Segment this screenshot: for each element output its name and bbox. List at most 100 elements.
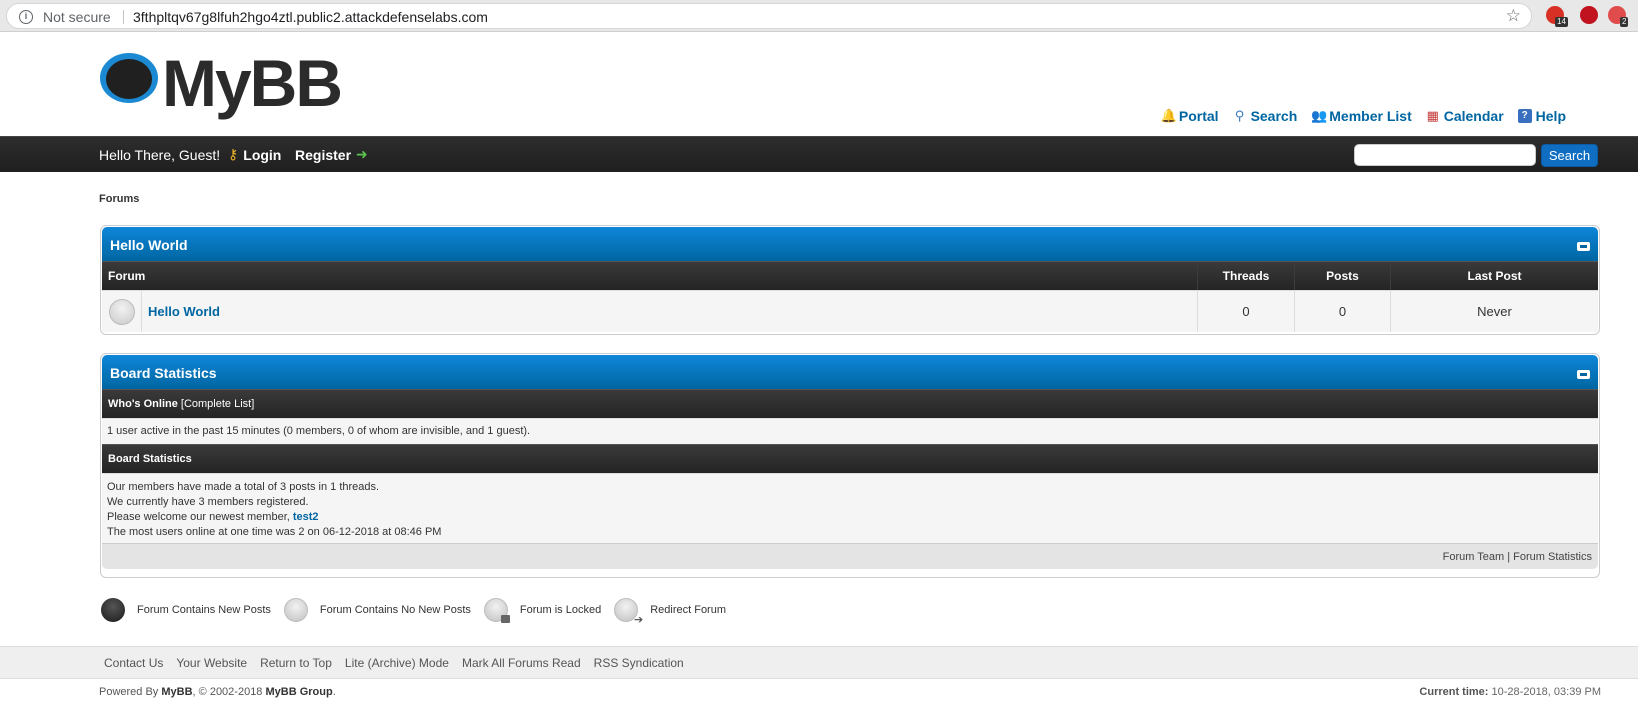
address-bar[interactable]: i Not secure 3fthpltqv67g8lfuh2hgo4ztl.p… bbox=[6, 3, 1532, 29]
newest-member-prefix: Please welcome our newest member, bbox=[107, 511, 290, 523]
board-stats-row: Our members have made a total of 3 posts… bbox=[102, 473, 1598, 543]
forum-locked-icon bbox=[483, 598, 510, 623]
extension-badge: 14 bbox=[1555, 17, 1568, 27]
key-icon: ⚷ bbox=[228, 146, 239, 162]
forum-category-table: Hello World Forum Threads Posts Last Pos… bbox=[100, 225, 1600, 335]
members-icon: 👥 bbox=[1311, 108, 1328, 123]
rss-syndication-link[interactable]: RSS Syndication bbox=[594, 656, 684, 670]
magnifier-icon: ⚲ bbox=[1234, 108, 1245, 123]
copyright-period: . bbox=[332, 686, 336, 698]
legend-new-posts: Forum Contains New Posts bbox=[101, 598, 271, 622]
contact-us-link[interactable]: Contact Us bbox=[104, 656, 163, 670]
column-posts: Posts bbox=[1295, 262, 1391, 290]
online-users-row: 1 user active in the past 15 minutes (0 … bbox=[102, 418, 1598, 444]
ublock-icon[interactable] bbox=[1580, 6, 1598, 24]
powered-by-label: Powered By bbox=[99, 686, 159, 698]
mark-all-read-link[interactable]: Mark All Forums Read bbox=[462, 656, 581, 670]
toplink-portal[interactable]: 🔔 Portal bbox=[1161, 108, 1219, 124]
bell-icon: 🔔 bbox=[1160, 108, 1178, 123]
forum-last-post: Never bbox=[1477, 304, 1512, 319]
footer-separator: | bbox=[1507, 551, 1511, 563]
collapse-icon[interactable] bbox=[1577, 370, 1590, 379]
info-icon[interactable]: i bbox=[19, 10, 33, 24]
footer-links-bar: Contact Us Your Website Return to Top Li… bbox=[0, 646, 1638, 679]
board-stats-header: Board Statistics bbox=[102, 355, 1598, 389]
current-time-value: 10-28-2018, 03:39 PM bbox=[1491, 686, 1601, 698]
stats-newest-member-line: Please welcome our newest member, test2 bbox=[107, 510, 1593, 525]
whos-online-header: Who's Online [Complete List] bbox=[102, 389, 1598, 418]
site-header: MyBB 🔔 Portal ⚲ Search 👥 Member List ▦ C… bbox=[0, 33, 1638, 136]
url-text[interactable]: 3fthpltqv67g8lfuh2hgo4ztl.public2.attack… bbox=[133, 9, 488, 25]
browser-toolbar: i Not secure 3fthpltqv67g8lfuh2hgo4ztl.p… bbox=[0, 0, 1638, 32]
footer-links: Contact Us Your Website Return to Top Li… bbox=[104, 656, 684, 670]
forum-new-posts-icon bbox=[101, 598, 125, 622]
redirect-forum-icon bbox=[614, 598, 643, 626]
mybb-group-link[interactable]: MyBB Group bbox=[266, 686, 333, 698]
mybb-link[interactable]: MyBB bbox=[161, 686, 192, 698]
forum-name-cell: Hello World bbox=[142, 291, 1198, 332]
category-header: Hello World bbox=[102, 227, 1598, 261]
column-forum: Forum bbox=[102, 262, 1198, 290]
toplink-label: Search bbox=[1250, 108, 1298, 124]
forum-legend: Forum Contains New Posts Forum Contains … bbox=[101, 598, 739, 626]
register-link[interactable]: Register ➜ bbox=[295, 146, 368, 163]
user-navbar: Hello There, Guest! ⚷ Login Register ➜ S… bbox=[0, 136, 1638, 172]
logo-bubble-inner bbox=[106, 59, 152, 99]
complete-list-link[interactable]: [Complete List] bbox=[181, 398, 254, 410]
toplink-help[interactable]: ? Help bbox=[1517, 108, 1566, 124]
your-website-link[interactable]: Your Website bbox=[176, 656, 247, 670]
forum-team-link[interactable]: Forum Team bbox=[1443, 551, 1505, 563]
board-statistics-table: Board Statistics Who's Online [Complete … bbox=[100, 353, 1600, 578]
breadcrumb[interactable]: Forums bbox=[99, 193, 139, 205]
url-separator bbox=[123, 10, 124, 24]
toplink-label: Help bbox=[1535, 108, 1566, 124]
legend-no-new-posts: Forum Contains No New Posts bbox=[283, 598, 471, 622]
copyright: Powered By MyBB, © 2002-2018 MyBB Group. bbox=[99, 686, 336, 698]
toplink-label: Calendar bbox=[1443, 108, 1504, 124]
calendar-icon: ▦ bbox=[1426, 108, 1439, 123]
board-stats-subheader: Board Statistics bbox=[102, 444, 1598, 473]
welcome-text: Hello There, Guest! bbox=[99, 147, 221, 163]
forum-posts: 0 bbox=[1295, 291, 1391, 332]
toplink-member-list[interactable]: 👥 Member List bbox=[1311, 108, 1411, 124]
stats-posts-line: Our members have made a total of 3 posts… bbox=[107, 481, 380, 493]
search-input[interactable] bbox=[1354, 144, 1536, 166]
category-title[interactable]: Hello World bbox=[110, 237, 188, 253]
stats-max-online-line: The most users online at one time was 2 … bbox=[107, 526, 442, 538]
lite-archive-mode-link[interactable]: Lite (Archive) Mode bbox=[345, 656, 449, 670]
column-threads: Threads bbox=[1198, 262, 1295, 290]
current-time-label: Current time: bbox=[1419, 686, 1489, 698]
logo-text: MyBB bbox=[162, 46, 343, 120]
legend-label: Redirect Forum bbox=[650, 604, 726, 616]
whos-online-label: Who's Online bbox=[108, 398, 178, 410]
forum-link[interactable]: Hello World bbox=[148, 304, 220, 319]
legend-locked: Forum is Locked bbox=[483, 598, 602, 623]
legend-label: Forum is Locked bbox=[519, 604, 602, 616]
toplink-search[interactable]: ⚲ Search bbox=[1233, 108, 1298, 124]
current-time: Current time: 10-28-2018, 03:39 PM bbox=[1419, 686, 1601, 698]
board-stats-title: Board Statistics bbox=[110, 365, 217, 381]
toplink-calendar[interactable]: ▦ Calendar bbox=[1426, 108, 1504, 124]
bookmark-star-icon[interactable]: ☆ bbox=[1506, 6, 1521, 26]
legend-label: Forum Contains No New Posts bbox=[319, 604, 471, 616]
security-label: Not secure bbox=[43, 9, 111, 25]
help-icon: ? bbox=[1517, 109, 1532, 123]
forum-threads: 0 bbox=[1198, 291, 1295, 332]
collapse-icon[interactable] bbox=[1577, 242, 1590, 251]
top-links: 🔔 Portal ⚲ Search 👥 Member List ▦ Calend… bbox=[1161, 108, 1566, 124]
login-link[interactable]: ⚷ Login bbox=[228, 146, 281, 163]
legend-label: Forum Contains New Posts bbox=[137, 604, 271, 616]
login-label: Login bbox=[243, 146, 282, 163]
column-last-post: Last Post bbox=[1467, 269, 1522, 283]
board-stats-footer: Forum Team | Forum Statistics bbox=[102, 543, 1598, 569]
forum-statistics-link[interactable]: Forum Statistics bbox=[1513, 551, 1592, 563]
forum-row: Hello World 0 0 Never bbox=[102, 290, 1598, 332]
return-to-top-link[interactable]: Return to Top bbox=[260, 656, 332, 670]
forum-column-headers: Forum Threads Posts Last Post bbox=[102, 261, 1598, 290]
forum-no-new-posts-icon bbox=[283, 598, 308, 622]
toplink-label: Portal bbox=[1178, 108, 1219, 124]
newest-member-link[interactable]: test2 bbox=[293, 511, 319, 523]
forum-no-new-posts-icon[interactable] bbox=[108, 298, 135, 325]
search-button[interactable]: Search bbox=[1541, 144, 1598, 167]
extension-badge: 2 bbox=[1620, 17, 1629, 27]
